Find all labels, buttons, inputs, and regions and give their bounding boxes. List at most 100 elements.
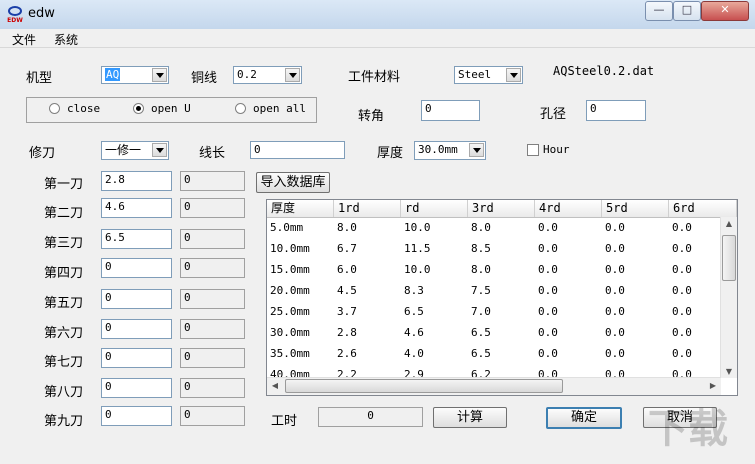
column-header[interactable]: 4rd [535, 200, 602, 217]
chevron-down-icon[interactable] [152, 143, 167, 157]
scroll-down-icon[interactable]: ▼ [721, 367, 737, 376]
datafile-name: AQSteel0.2.dat [553, 64, 655, 78]
ok-button[interactable]: 确定 [546, 407, 622, 429]
table-row[interactable]: 25.0mm 3.7 6.5 7.0 0.0 0.0 0.0 [267, 301, 721, 322]
close-button[interactable]: ✕ [701, 1, 749, 21]
pass-result: 0 [180, 378, 245, 398]
scroll-up-icon[interactable]: ▲ [721, 219, 737, 228]
table-cell: 0.0 [672, 326, 692, 339]
horizontal-scrollbar[interactable]: ◀ ▶ [267, 377, 721, 395]
table-cell: 25.0mm [270, 305, 310, 318]
machine-select[interactable]: AQ [101, 66, 169, 84]
table-cell: 15.0mm [270, 263, 310, 276]
table-cell: 5.0mm [270, 221, 304, 234]
table-row[interactable]: 30.0mm 2.8 4.6 6.5 0.0 0.0 0.0 [267, 322, 721, 343]
pass-result: 0 [180, 229, 245, 249]
column-header[interactable]: 6rd [669, 200, 737, 217]
vertical-scroll-thumb[interactable] [722, 235, 736, 281]
menu-file[interactable]: 文件 [12, 31, 36, 48]
table-cell: 10.0 [404, 221, 431, 234]
pass-input[interactable]: 0 [101, 406, 172, 426]
wire-select[interactable]: 0.2 [233, 66, 302, 84]
table-cell: 8.0 [471, 263, 491, 276]
radio-close[interactable] [49, 103, 60, 114]
pass-input[interactable]: 0 [101, 289, 172, 309]
title-bar[interactable]: EDW edw — □ ✕ [0, 0, 755, 30]
table-row[interactable]: 35.0mm 2.6 4.0 6.5 0.0 0.0 0.0 [267, 343, 721, 364]
app-logo-icon: EDW [7, 6, 23, 24]
chevron-down-icon[interactable] [469, 143, 484, 157]
column-header[interactable]: 厚度 [267, 200, 334, 217]
pass-label: 第二刀 [44, 206, 84, 221]
column-header[interactable]: rd [401, 200, 468, 217]
table-cell: 0.0 [672, 347, 692, 360]
machine-label: 机型 [26, 71, 53, 86]
radio-open-all[interactable] [235, 103, 246, 114]
table-cell: 4.5 [337, 284, 357, 297]
pass-result: 0 [180, 198, 245, 218]
table-cell: 4.0 [404, 347, 424, 360]
pass-label: 第一刀 [44, 177, 84, 192]
thickness-select[interactable]: 30.0mm [414, 141, 486, 160]
line-length-input[interactable]: 0 [250, 141, 345, 159]
pass-result: 0 [180, 406, 245, 426]
column-header[interactable]: 1rd [334, 200, 401, 217]
minimize-button[interactable]: — [645, 1, 673, 21]
pass-label: 第四刀 [44, 266, 84, 281]
pass-input[interactable]: 6.5 [101, 229, 172, 249]
table-cell: 7.0 [471, 305, 491, 318]
table-header: 厚度 1rd rd 3rd 4rd 5rd 6rd [267, 200, 737, 218]
table-cell: 0.0 [672, 305, 692, 318]
chevron-down-icon[interactable] [506, 68, 521, 82]
radio-open-all-label: open all [253, 102, 306, 115]
table-cell: 0.0 [605, 305, 625, 318]
pass-input[interactable]: 0 [101, 258, 172, 278]
table-cell: 10.0mm [270, 242, 310, 255]
radio-open-u-label: open U [151, 102, 191, 115]
pass-input[interactable]: 0 [101, 319, 172, 339]
horizontal-scroll-thumb[interactable] [285, 379, 563, 393]
table-cell: 0.0 [538, 263, 558, 276]
material-select[interactable]: Steel [454, 66, 523, 84]
angle-input[interactable]: 0 [421, 100, 480, 121]
table-cell: 0.0 [538, 305, 558, 318]
pass-input[interactable]: 0 [101, 378, 172, 398]
pass-label: 第九刀 [44, 414, 84, 429]
trim-select[interactable]: 一修一 [101, 141, 169, 160]
pass-result: 0 [180, 289, 245, 309]
vertical-scrollbar[interactable]: ▲ ▼ [720, 217, 737, 378]
table-cell: 2.8 [337, 326, 357, 339]
hour-label: Hour [543, 143, 570, 156]
calculate-button[interactable]: 计算 [433, 407, 507, 428]
table-row[interactable]: 20.0mm 4.5 8.3 7.5 0.0 0.0 0.0 [267, 280, 721, 301]
table-row[interactable]: 10.0mm 6.7 11.5 8.5 0.0 0.0 0.0 [267, 238, 721, 259]
column-header[interactable]: 5rd [602, 200, 669, 217]
table-cell: 0.0 [672, 242, 692, 255]
table-row[interactable]: 5.0mm 8.0 10.0 8.0 0.0 0.0 0.0 [267, 217, 721, 238]
hole-input[interactable]: 0 [586, 100, 646, 121]
table-cell: 0.0 [605, 263, 625, 276]
hour-checkbox[interactable] [527, 144, 539, 156]
table-cell: 8.3 [404, 284, 424, 297]
radio-open-u[interactable] [133, 103, 144, 114]
menu-system[interactable]: 系统 [54, 31, 78, 48]
table-cell: 6.5 [471, 326, 491, 339]
cutting-data-table[interactable]: 厚度 1rd rd 3rd 4rd 5rd 6rd 5.0mm 8.0 10.0 8.… [266, 199, 738, 396]
column-header[interactable]: 3rd [468, 200, 535, 217]
pass-result: 0 [180, 171, 245, 191]
scroll-left-icon[interactable]: ◀ [270, 381, 280, 390]
line-length-label: 线长 [199, 146, 226, 161]
table-row[interactable]: 15.0mm 6.0 10.0 8.0 0.0 0.0 0.0 [267, 259, 721, 280]
pass-input[interactable]: 0 [101, 348, 172, 368]
scroll-right-icon[interactable]: ▶ [708, 381, 718, 390]
pass-input[interactable]: 2.8 [101, 171, 172, 191]
wire-value: 0.2 [237, 68, 257, 81]
pass-label: 第五刀 [44, 296, 84, 311]
import-database-button[interactable]: 导入数据库 [256, 172, 330, 193]
pass-result: 0 [180, 319, 245, 339]
trim-label: 修刀 [29, 146, 56, 161]
chevron-down-icon[interactable] [152, 68, 167, 82]
pass-input[interactable]: 4.6 [101, 198, 172, 218]
chevron-down-icon[interactable] [285, 68, 300, 82]
maximize-button[interactable]: □ [673, 1, 701, 21]
